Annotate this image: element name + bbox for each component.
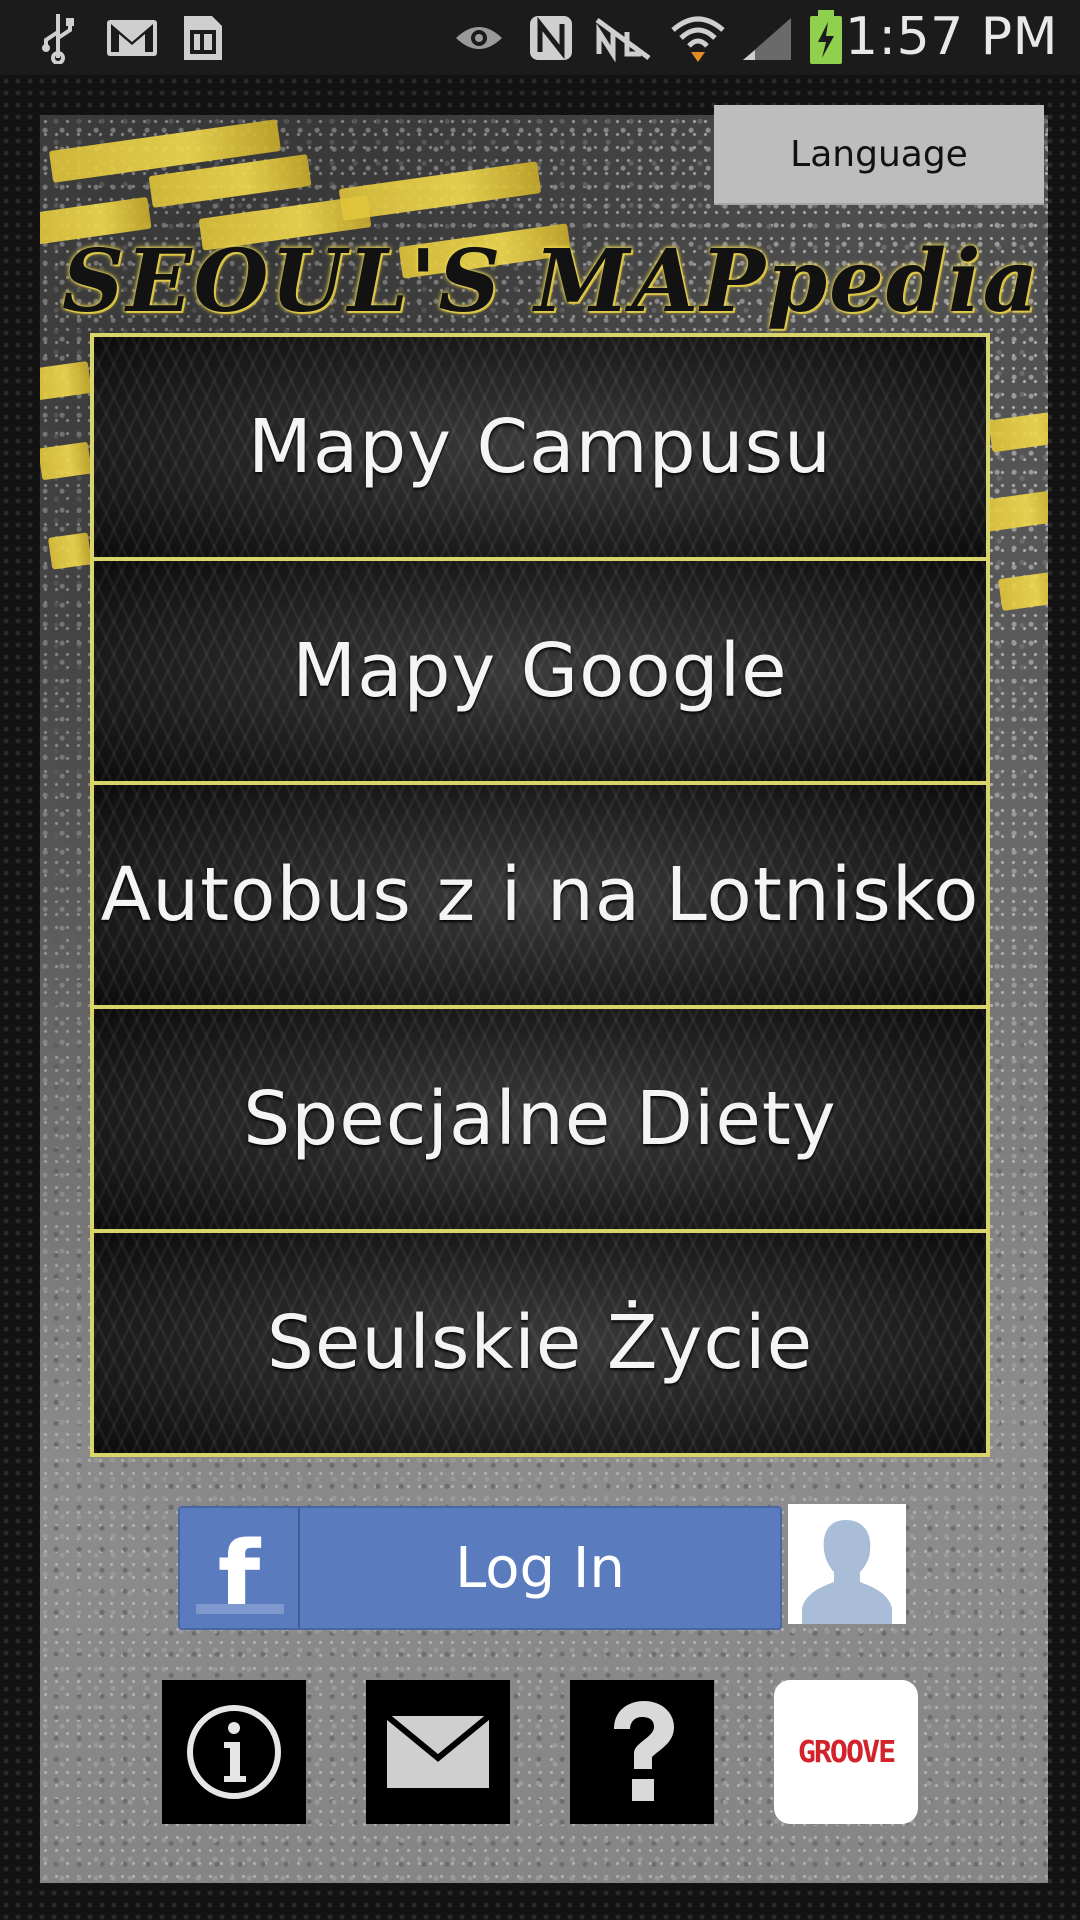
help-button[interactable] bbox=[570, 1680, 714, 1824]
main-menu: Mapy Campusu Mapy Google Autobus z i na … bbox=[90, 333, 990, 1457]
info-icon bbox=[187, 1705, 281, 1799]
battery-icon bbox=[806, 10, 846, 64]
mail-button[interactable] bbox=[366, 1680, 510, 1824]
app-logo: SEOUL'S MAPpedia bbox=[62, 231, 1041, 332]
help-icon bbox=[614, 1701, 674, 1801]
groove-button[interactable]: GROOVE bbox=[774, 1680, 918, 1824]
road-stripe bbox=[338, 161, 542, 221]
language-button[interactable]: Language bbox=[714, 105, 1044, 205]
sim-card-icon bbox=[178, 12, 228, 64]
gmail-icon bbox=[104, 12, 160, 64]
facebook-login-label: Log In bbox=[455, 1535, 625, 1601]
groove-logo: GROOVE bbox=[797, 1734, 896, 1770]
facebook-logo-underline bbox=[196, 1604, 284, 1614]
status-bar: 1:57 PM bbox=[0, 0, 1080, 75]
menu-item-google-maps[interactable]: Mapy Google bbox=[94, 561, 986, 785]
menu-item-airport-bus[interactable]: Autobus z i na Lotnisko bbox=[94, 785, 986, 1009]
usb-icon bbox=[34, 12, 82, 64]
signal-icon bbox=[740, 12, 796, 64]
info-button[interactable] bbox=[162, 1680, 306, 1824]
profile-avatar-icon[interactable] bbox=[788, 1504, 906, 1624]
facebook-login-button[interactable]: f Log In bbox=[178, 1506, 782, 1630]
road-stripe bbox=[47, 532, 93, 570]
road-stripe bbox=[40, 360, 92, 402]
menu-item-campus-maps[interactable]: Mapy Campusu bbox=[94, 337, 986, 561]
facebook-icon: f bbox=[180, 1508, 300, 1628]
mail-icon bbox=[385, 1714, 491, 1788]
road-stripe bbox=[988, 409, 1048, 453]
menu-item-special-diets[interactable]: Specjalne Diety bbox=[94, 1009, 986, 1233]
road-stripe bbox=[40, 441, 92, 481]
nfc-icon bbox=[526, 12, 576, 64]
eye-icon bbox=[452, 12, 506, 64]
road-stripe bbox=[998, 570, 1048, 612]
wifi-icon bbox=[668, 12, 728, 64]
status-time: 1:57 PM bbox=[844, 7, 1058, 67]
mute-icon bbox=[592, 12, 654, 64]
menu-item-seoul-life[interactable]: Seulskie Życie bbox=[94, 1233, 986, 1453]
